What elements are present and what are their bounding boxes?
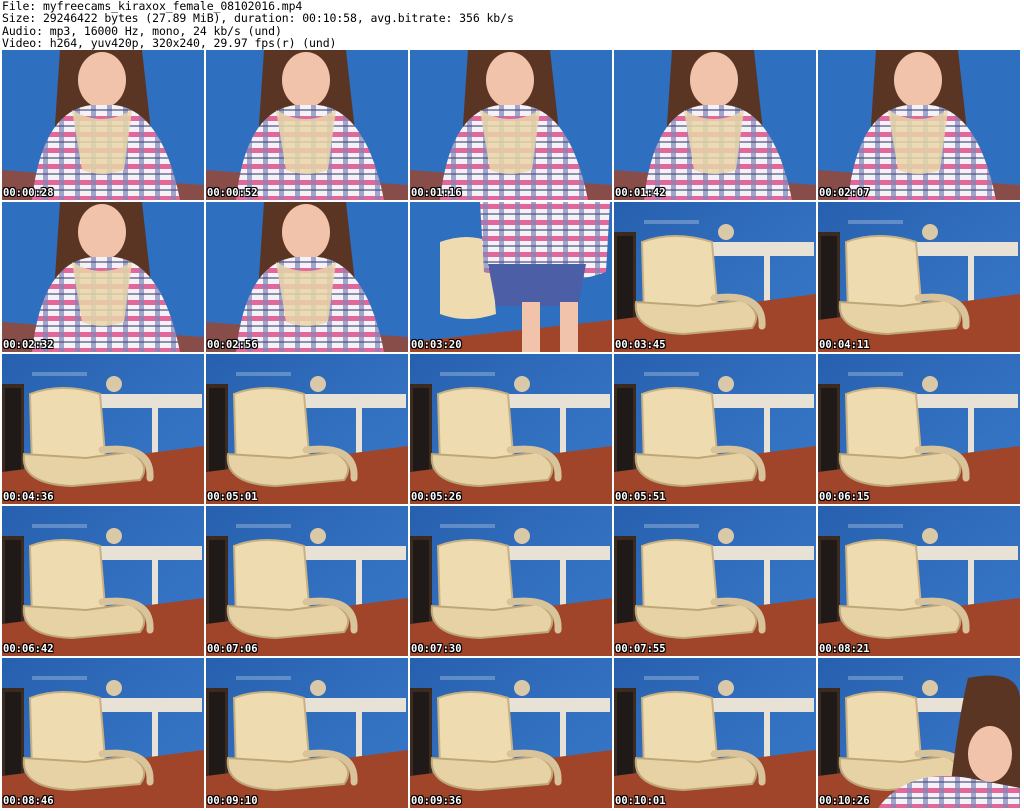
video-frame-image <box>2 506 204 656</box>
video-frame-image <box>410 658 612 808</box>
video-frame-image <box>206 506 408 656</box>
thumbnail-frame: 00:01:16 <box>410 50 612 200</box>
video-frame-image <box>206 202 408 352</box>
video-frame-image <box>2 50 204 200</box>
timestamp-label: 00:03:45 <box>615 339 666 351</box>
thumbnail-frame: 00:07:06 <box>206 506 408 656</box>
thumbnail-frame: 00:08:46 <box>2 658 204 808</box>
timestamp-label: 00:00:28 <box>3 187 54 199</box>
thumbnail-frame: 00:02:32 <box>2 202 204 352</box>
video-frame-image <box>206 50 408 200</box>
thumbnail-frame: 00:05:51 <box>614 354 816 504</box>
thumbnail-frame: 00:06:15 <box>818 354 1020 504</box>
timestamp-label: 00:07:30 <box>411 643 462 655</box>
timestamp-label: 00:05:51 <box>615 491 666 503</box>
thumbnail-frame: 00:06:42 <box>2 506 204 656</box>
thumbnail-frame: 00:05:01 <box>206 354 408 504</box>
video-frame-image <box>614 202 816 352</box>
media-info-header: File: myfreecams_kiraxox_female_08102016… <box>2 0 1022 50</box>
video-frame-image <box>614 50 816 200</box>
video-frame-image <box>206 354 408 504</box>
thumbnail-frame: 00:03:45 <box>614 202 816 352</box>
thumbnail-frame: 00:00:52 <box>206 50 408 200</box>
video-frame-image <box>818 658 1020 808</box>
size-duration-line: Size: 29246422 bytes (27.89 MiB), durati… <box>2 11 514 26</box>
timestamp-label: 00:09:10 <box>207 795 258 807</box>
video-frame-image <box>2 354 204 504</box>
video-frame-image <box>614 658 816 808</box>
timestamp-label: 00:07:06 <box>207 643 258 655</box>
timestamp-label: 00:06:15 <box>819 491 870 503</box>
thumbnail-frame: 00:02:56 <box>206 202 408 352</box>
video-frame-image <box>818 354 1020 504</box>
timestamp-label: 00:08:21 <box>819 643 870 655</box>
timestamp-label: 00:10:01 <box>615 795 666 807</box>
video-frame-image <box>2 658 204 808</box>
video-info-line: Video: h264, yuv420p, 320x240, 29.97 fps… <box>2 36 337 51</box>
timestamp-label: 00:00:52 <box>207 187 258 199</box>
thumbnail-frame: 00:07:30 <box>410 506 612 656</box>
thumbnail-frame: 00:10:01 <box>614 658 816 808</box>
thumbnail-frame: 00:09:36 <box>410 658 612 808</box>
thumbnail-frame: 00:05:26 <box>410 354 612 504</box>
timestamp-label: 00:09:36 <box>411 795 462 807</box>
thumbnail-frame: 00:10:26 <box>818 658 1020 808</box>
timestamp-label: 00:07:55 <box>615 643 666 655</box>
timestamp-label: 00:05:01 <box>207 491 258 503</box>
video-frame-image <box>818 202 1020 352</box>
thumbnail-frame: 00:08:21 <box>818 506 1020 656</box>
video-frame-image <box>410 202 612 352</box>
timestamp-label: 00:04:11 <box>819 339 870 351</box>
timestamp-label: 00:08:46 <box>3 795 54 807</box>
timestamp-label: 00:01:16 <box>411 187 462 199</box>
video-frame-image <box>614 354 816 504</box>
video-frame-image <box>614 506 816 656</box>
timestamp-label: 00:02:56 <box>207 339 258 351</box>
timestamp-label: 00:10:26 <box>819 795 870 807</box>
thumbnail-grid: 00:00:28 00:00:52 00:01:16 00:01:42 00:0 <box>2 50 1020 808</box>
video-frame-image <box>206 658 408 808</box>
thumbnail-frame: 00:04:11 <box>818 202 1020 352</box>
video-frame-image <box>410 50 612 200</box>
thumbnail-frame: 00:00:28 <box>2 50 204 200</box>
thumbnail-frame: 00:02:07 <box>818 50 1020 200</box>
timestamp-label: 00:05:26 <box>411 491 462 503</box>
video-frame-image <box>818 50 1020 200</box>
timestamp-label: 00:02:32 <box>3 339 54 351</box>
timestamp-label: 00:01:42 <box>615 187 666 199</box>
thumbnail-frame: 00:03:20 <box>410 202 612 352</box>
video-frame-image <box>410 354 612 504</box>
timestamp-label: 00:04:36 <box>3 491 54 503</box>
video-frame-image <box>2 202 204 352</box>
thumbnail-frame: 00:01:42 <box>614 50 816 200</box>
thumbnail-frame: 00:04:36 <box>2 354 204 504</box>
timestamp-label: 00:03:20 <box>411 339 462 351</box>
video-frame-image <box>818 506 1020 656</box>
timestamp-label: 00:02:07 <box>819 187 870 199</box>
timestamp-label: 00:06:42 <box>3 643 54 655</box>
thumbnail-frame: 00:09:10 <box>206 658 408 808</box>
thumbnail-frame: 00:07:55 <box>614 506 816 656</box>
video-frame-image <box>410 506 612 656</box>
